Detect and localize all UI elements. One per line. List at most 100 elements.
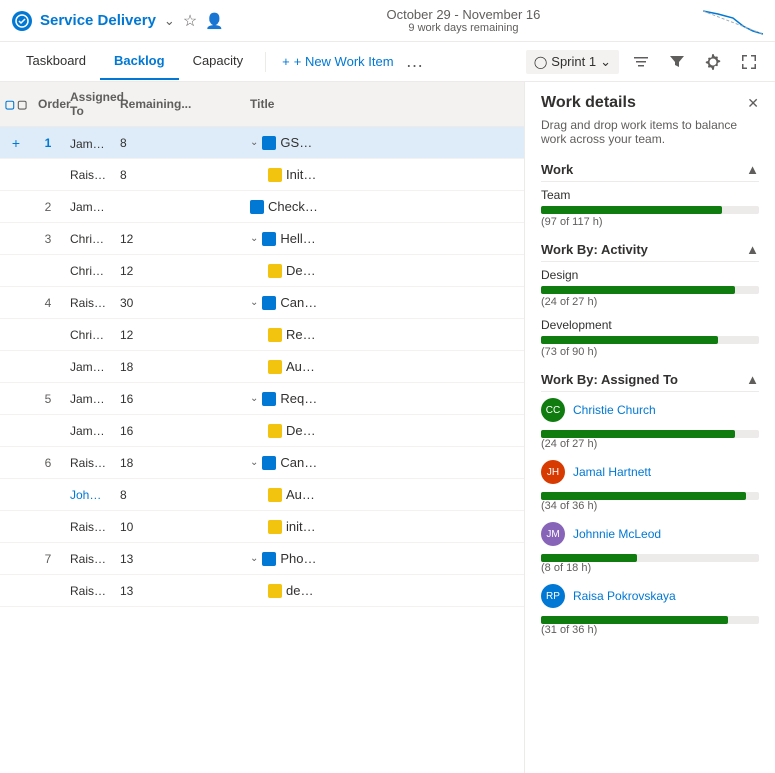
person-progress-fill <box>541 554 637 562</box>
more-options-icon[interactable]: … <box>406 51 424 72</box>
chevron-icon[interactable]: ⌄ <box>250 297 258 308</box>
work-item-type-icon <box>262 392 276 406</box>
project-name[interactable]: Service Delivery <box>40 12 156 29</box>
work-item-type-icon <box>250 200 264 214</box>
check-header-icon[interactable]: ▢ <box>17 98 27 111</box>
row-add-check <box>0 428 32 434</box>
row-remaining: 12 <box>114 229 244 249</box>
row-order <box>32 492 64 498</box>
row-order: 5 <box>32 389 64 409</box>
table-row[interactable]: Christie Church 12 Research slow respons… <box>0 319 524 351</box>
table-row[interactable]: Raisa Pokrovskaya 13 development work <box>0 575 524 607</box>
gear-icon[interactable] <box>699 48 727 76</box>
row-title: ⌄ GSP locator interface <box>244 132 324 153</box>
expand-icon[interactable] <box>735 48 763 76</box>
work-section-header: Work ▲ <box>541 162 759 182</box>
person-icon[interactable]: 👤 <box>205 12 224 30</box>
th-remaining: Remaining... <box>114 93 244 115</box>
row-remaining <box>114 204 244 210</box>
chevron-icon[interactable]: ⌄ <box>250 553 258 564</box>
activity-progress-text: (24 of 27 h) <box>541 296 759 308</box>
person-item: CC Christie Church (24 of 27 h) <box>541 398 759 450</box>
work-item-type-icon <box>268 360 282 374</box>
filter-icon[interactable] <box>663 48 691 76</box>
sprint-dates: October 29 - November 16 <box>386 7 540 22</box>
tab-taskboard[interactable]: Taskboard <box>12 43 100 80</box>
row-assignee: Jamal Hartnett … <box>64 132 114 154</box>
row-remaining: 8 <box>114 485 244 505</box>
work-item-type-icon <box>268 264 282 278</box>
avatar: JH <box>541 460 565 484</box>
person-row: JH Jamal Hartnett <box>541 460 759 484</box>
table-row[interactable]: 3 Christie Church 12 ⌄ Hello World Web S… <box>0 223 524 255</box>
table-row[interactable]: Raisa Pokrovskaya 10 initial work <box>0 511 524 543</box>
chevron-icon[interactable]: ⌄ <box>250 457 258 468</box>
person-name[interactable]: Jamal Hartnett <box>573 465 651 479</box>
table-row[interactable]: Jamal Hartnett 16 Develop form <box>0 415 524 447</box>
person-name[interactable]: Raisa Pokrovskaya <box>573 589 676 603</box>
assigned-collapse-icon[interactable]: ▲ <box>746 372 759 387</box>
person-hours: (24 of 27 h) <box>541 438 759 450</box>
table-row[interactable]: 2 Jamal Hartnett Check service status <box>0 191 524 223</box>
person-name[interactable]: Johnnie McLeod <box>573 527 661 541</box>
person-name[interactable]: Christie Church <box>573 403 656 417</box>
table-row[interactable]: 5 Jamal Hartnett 16 ⌄ Request support <box>0 383 524 415</box>
sprint-selector[interactable]: ◯ Sprint 1 ⌄ <box>526 50 619 74</box>
work-collapse-icon[interactable]: ▲ <box>746 162 759 177</box>
work-item-type-icon <box>262 232 276 246</box>
row-assignee: Jamal Hartnett <box>64 389 114 409</box>
plus-icon: + <box>282 54 290 69</box>
table-row[interactable]: 7 Raisa Pokrovskaya 13 ⌄ Phone sign in <box>0 543 524 575</box>
top-bar-right <box>703 6 763 36</box>
nav-divider <box>265 52 266 72</box>
nav-actions: ◯ Sprint 1 ⌄ <box>526 48 763 76</box>
tab-backlog[interactable]: Backlog <box>100 43 179 80</box>
person-row: CC Christie Church <box>541 398 759 422</box>
row-remaining: 8 <box>114 165 244 185</box>
activity-item: Design (24 of 27 h) <box>541 268 759 308</box>
chevron-icon[interactable]: ⌄ <box>250 233 258 244</box>
work-item-type-icon <box>268 328 282 342</box>
add-header-icon[interactable]: ▢ <box>5 98 15 111</box>
table-row[interactable]: Johnnie McLeod 8 Auto-complete user's na… <box>0 479 524 511</box>
chevron-icon[interactable]: ⌄ <box>250 137 258 148</box>
assigned-section-label: Work By: Assigned To <box>541 372 678 387</box>
row-add-check <box>0 460 32 466</box>
row-add-check <box>0 492 32 498</box>
table-row[interactable]: 4 Raisa Pokrovskaya 30 ⌄ Cancel order fo… <box>0 287 524 319</box>
row-title: ⌄ Hello World Web Site <box>244 228 324 249</box>
row-add-check: + <box>0 132 32 154</box>
person-hours: (8 of 18 h) <box>541 562 759 574</box>
tab-capacity[interactable]: Capacity <box>179 43 258 80</box>
close-button[interactable]: ✕ <box>747 95 759 112</box>
work-item-type-icon <box>268 424 282 438</box>
table-row[interactable]: 6 Raisa Pokrovskaya 18 ⌄ Cancel order fo… <box>0 447 524 479</box>
activity-collapse-icon[interactable]: ▲ <box>746 242 759 257</box>
avatar: RP <box>541 584 565 608</box>
table-row[interactable]: + 1 Jamal Hartnett … 8 ⌄ GSP locator int… <box>0 127 524 159</box>
person-item: RP Raisa Pokrovskaya (31 of 36 h) <box>541 584 759 636</box>
chevron-icon[interactable]: ⌄ <box>250 393 258 404</box>
table-header: ▢ ▢ Order Assigned To Remaining... Title <box>0 82 524 127</box>
add-row-icon[interactable]: + <box>12 135 20 151</box>
row-title-text: Phone sign in <box>280 551 318 566</box>
settings-icon[interactable] <box>627 48 655 76</box>
person-hours: (34 of 36 h) <box>541 500 759 512</box>
table-row[interactable]: Christie Church 12 Design welcome screen <box>0 255 524 287</box>
row-add-check <box>0 172 32 178</box>
row-remaining: 16 <box>114 421 244 441</box>
row-assignee[interactable]: Johnnie McLeod <box>64 485 114 505</box>
table-row[interactable]: Jamal Hartnett 18 Auto-save <box>0 351 524 383</box>
row-order: 7 <box>32 549 64 569</box>
row-order <box>32 588 64 594</box>
row-order: 2 <box>32 197 64 217</box>
work-section: Work ▲ Team (97 of 117 h) <box>541 162 759 228</box>
table-row[interactable]: Raisa Pokrovskaya 8 Initial design <box>0 159 524 191</box>
star-icon[interactable]: ☆ <box>183 11 197 31</box>
row-title: development work <box>244 580 324 601</box>
row-title-text: Research slow response ti... <box>286 327 318 342</box>
row-remaining: 8 <box>114 133 244 153</box>
chevron-down-icon[interactable]: ⌄ <box>164 13 175 29</box>
new-work-item-button[interactable]: + + New Work Item <box>274 50 401 73</box>
activity-section: Work By: Activity ▲ Design (24 of 27 h) … <box>541 242 759 358</box>
